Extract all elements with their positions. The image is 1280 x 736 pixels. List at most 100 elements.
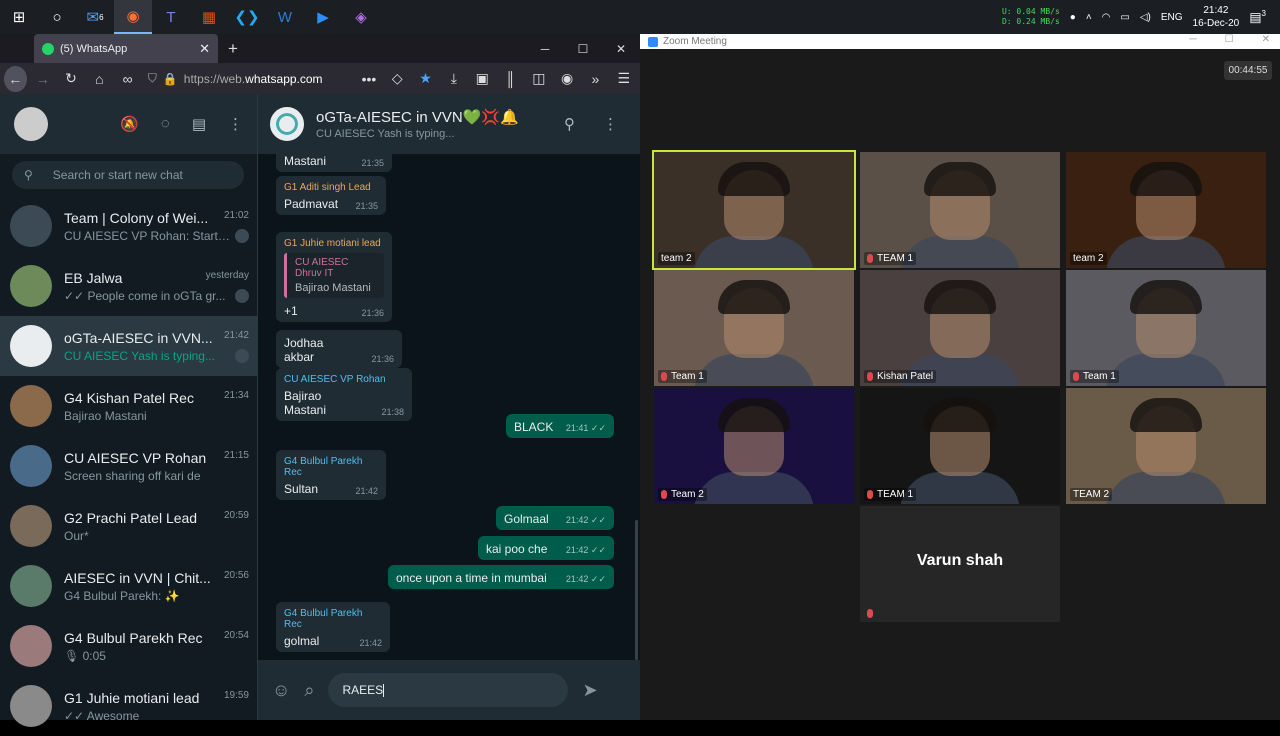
teams-icon[interactable]: T xyxy=(152,0,190,34)
new-tab-button[interactable]: + xyxy=(228,39,238,59)
volume-icon[interactable]: ◁) xyxy=(1140,12,1151,23)
home-button[interactable]: ⌂ xyxy=(87,66,111,92)
download-icon[interactable]: ⤓ xyxy=(442,66,466,92)
outgoing-message[interactable]: BLACK 21:41 ✓✓ xyxy=(506,414,614,438)
chat-avatar[interactable] xyxy=(10,625,52,667)
participant-tile[interactable]: TEAM 1 xyxy=(860,388,1060,504)
library-icon[interactable]: ║ xyxy=(498,66,522,92)
clock[interactable]: 21:42 16-Dec-20 xyxy=(1193,4,1240,30)
page-actions-icon[interactable]: ••• xyxy=(357,66,381,92)
person-icon[interactable]: ● xyxy=(1070,12,1076,23)
incoming-message[interactable]: CU AIESEC VP Rohan Bajirao Mastani 21:38 xyxy=(276,368,412,421)
close-window-button[interactable]: ✕ xyxy=(1262,34,1270,45)
incoming-message[interactable]: Bajirao Mastani21:35 xyxy=(276,154,392,172)
maximize-button[interactable]: ☐ xyxy=(1225,34,1234,45)
incoming-message[interactable]: G4 Bulbul Parekh Rec Sultan 21:42 xyxy=(276,450,386,500)
chat-avatar[interactable] xyxy=(10,265,52,307)
url-bar[interactable]: ⛉ 🔒 https://web.whatsapp.com xyxy=(144,67,353,91)
chat-list-item[interactable]: Team | Colony of Wei... 21:02 CU AIESEC VP… xyxy=(0,196,257,256)
word-icon[interactable]: W xyxy=(266,0,304,34)
firefox-icon[interactable]: ◉ xyxy=(114,0,152,34)
participant-tile[interactable]: Varun shah xyxy=(860,506,1060,622)
bookmark-star-icon[interactable]: ★ xyxy=(413,66,437,92)
scrollbar[interactable] xyxy=(635,520,638,660)
message-author[interactable]: CU AIESEC VP Rohan xyxy=(284,374,404,385)
new-chat-icon[interactable]: ▤ xyxy=(192,115,206,133)
reader-icon[interactable]: ▣ xyxy=(470,66,494,92)
incoming-message[interactable]: G1 Juhie motiani lead CU AIESEC Dhruv IT B… xyxy=(276,232,392,322)
chat-avatar[interactable] xyxy=(10,505,52,547)
chat-list-item[interactable]: CU AIESEC VP Rohan 21:15 Screen sharing of… xyxy=(0,436,257,496)
language-indicator[interactable]: ENG xyxy=(1161,12,1183,23)
maximize-button[interactable]: ☐ xyxy=(564,34,602,63)
minimize-button[interactable]: ─ xyxy=(526,34,564,63)
menu-icon[interactable]: ☰ xyxy=(612,66,636,92)
chat-list-item[interactable]: G1 Juhie motiani lead 19:59 ✓✓ Awesome xyxy=(0,676,257,736)
chat-list-item[interactable]: G2 Prachi Patel Lead 20:59 Our* xyxy=(0,496,257,556)
chat-avatar[interactable] xyxy=(10,385,52,427)
attach-icon[interactable]: ⌕ xyxy=(304,680,314,701)
forward-button[interactable]: → xyxy=(31,66,55,92)
chat-avatar[interactable] xyxy=(10,325,52,367)
notification-icon[interactable]: ▤3 xyxy=(1249,9,1266,25)
menu-dots-icon[interactable]: ⋮ xyxy=(228,115,243,133)
office-icon[interactable]: ▦ xyxy=(190,0,228,34)
menu-dots-icon[interactable]: ⋮ xyxy=(603,115,618,133)
outgoing-message[interactable]: Golmaal 21:42 ✓✓ xyxy=(496,506,614,530)
participant-tile[interactable]: Team 1 xyxy=(1066,270,1266,386)
emoji-icon[interactable]: ☺ xyxy=(272,680,290,701)
send-icon[interactable]: ➤ xyxy=(582,680,597,701)
outgoing-message[interactable]: once upon a time in mumbai 21:42 ✓✓ xyxy=(388,565,614,589)
wifi-icon[interactable]: ◠ xyxy=(1102,12,1111,23)
quoted-message[interactable]: CU AIESEC Dhruv IT Bajirao Mastani xyxy=(284,253,384,298)
status-icon[interactable]: ◌ xyxy=(161,115,170,133)
message-author[interactable]: G1 Juhie motiani lead xyxy=(284,238,384,249)
chat-avatar[interactable] xyxy=(10,685,52,727)
battery-icon[interactable]: ▭ xyxy=(1120,12,1129,23)
chat-list-item[interactable]: AIESEC in VVN | Chit... 20:56 G4 Bulbul Pa… xyxy=(0,556,257,616)
chat-list-item[interactable]: G4 Kishan Patel Rec 21:34 Bajirao Mastani xyxy=(0,376,257,436)
account-icon[interactable]: ◉ xyxy=(555,66,579,92)
incoming-message[interactable]: G1 Aditi singh Lead Padmavat 21:35 xyxy=(276,176,386,215)
participant-tile[interactable]: team 2 xyxy=(652,150,856,270)
bell-mute-icon[interactable]: 🔕 xyxy=(120,115,139,133)
search-input[interactable]: ⚲ Search or start new chat xyxy=(12,161,244,189)
mail-icon[interactable]: ✉ 6 xyxy=(76,0,114,34)
overflow-icon[interactable]: » xyxy=(583,66,607,92)
participant-tile[interactable]: Team 1 xyxy=(654,270,854,386)
chevron-up-icon[interactable]: ˄ xyxy=(1086,12,1092,23)
outgoing-message[interactable]: kai poo che 21:42 ✓✓ xyxy=(478,536,614,560)
chat-list-item[interactable]: oGTa-AIESEC in VVN... 21:42 CU AIESEC Yash… xyxy=(0,316,257,376)
close-tab-icon[interactable]: ✕ xyxy=(199,41,210,57)
participant-tile[interactable]: team 2 xyxy=(1066,152,1266,268)
chat-list-item[interactable]: EB Jalwa yesterday ✓✓ People come in oGTa … xyxy=(0,256,257,316)
vscode-icon[interactable]: ❮❯ xyxy=(228,0,266,34)
chat-avatar[interactable] xyxy=(10,205,52,247)
back-button[interactable]: ← xyxy=(4,65,27,92)
minimize-button[interactable]: ─ xyxy=(1190,34,1197,45)
vpn-icon[interactable]: ∞ xyxy=(116,66,140,92)
incoming-message[interactable]: Jodhaa akbar 21:36 xyxy=(276,330,402,368)
settings-icon[interactable]: ◈ xyxy=(342,0,380,34)
search-icon[interactable]: ○ xyxy=(38,0,76,34)
message-input[interactable]: RAEES xyxy=(328,673,569,707)
message-author[interactable]: G4 Bulbul Parekh Rec xyxy=(284,608,382,630)
chat-avatar[interactable] xyxy=(10,565,52,607)
tab-whatsapp[interactable]: (5) WhatsApp ✕ xyxy=(34,34,218,63)
participant-tile[interactable]: TEAM 1 xyxy=(860,152,1060,268)
windows-start-icon[interactable]: ⊞ xyxy=(0,0,38,34)
message-author[interactable]: G4 Bulbul Parekh Rec xyxy=(284,456,378,478)
profile-avatar[interactable] xyxy=(14,107,48,141)
chat-list-item[interactable]: G4 Bulbul Parekh Rec 20:54 🎙 0:05 xyxy=(0,616,257,676)
participant-tile[interactable]: TEAM 2 xyxy=(1066,388,1266,504)
zoom-icon[interactable]: ▶ xyxy=(304,0,342,34)
group-avatar[interactable] xyxy=(270,107,304,141)
participant-tile[interactable]: Kishan Patel xyxy=(860,270,1060,386)
reload-button[interactable]: ↻ xyxy=(59,66,83,92)
message-author[interactable]: G1 Aditi singh Lead xyxy=(284,182,378,193)
chat-avatar[interactable] xyxy=(10,445,52,487)
search-icon[interactable]: ⚲ xyxy=(564,115,575,133)
shield-icon[interactable]: ⛉ xyxy=(148,71,157,86)
participant-tile[interactable]: Team 2 xyxy=(654,388,854,504)
close-window-button[interactable]: ✕ xyxy=(602,34,640,63)
